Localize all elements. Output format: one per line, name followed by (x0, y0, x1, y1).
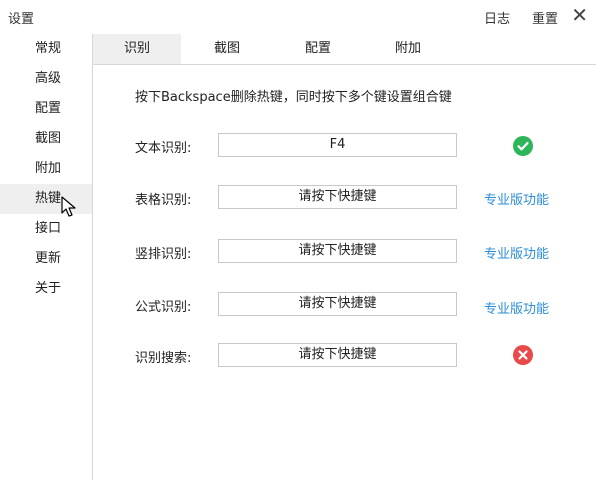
text-recognition-label: 文本识别: (135, 141, 192, 156)
formula-recognition-label: 公式识别: (135, 300, 192, 315)
tab-extra[interactable]: 附加 (363, 34, 453, 64)
sidebar-item-general[interactable]: 常规 (0, 34, 92, 64)
title-bar: 设置 日志 重置 ✕ (0, 0, 596, 34)
mouse-cursor-icon (61, 196, 76, 217)
tab-recognition[interactable]: 识别 (93, 34, 181, 64)
check-icon (513, 136, 533, 156)
reset-button[interactable]: 重置 (532, 8, 558, 27)
sidebar-item-api[interactable]: 接口 (0, 214, 92, 244)
tab-bar: 识别 截图 配置 附加 (93, 34, 596, 65)
sidebar-item-hotkeys[interactable]: 热键 (0, 184, 92, 214)
sidebar: 常规 高级 配置 截图 附加 热键 接口 更新 关于 (0, 34, 93, 480)
window-title: 设置 (8, 12, 35, 27)
error-icon (513, 345, 533, 365)
text-recognition-hotkey-field[interactable]: F4 (218, 133, 457, 157)
hotkey-hint: 按下Backspace删除热键，同时按下多个键设置组合键 (135, 90, 452, 105)
table-recognition-label: 表格识别: (135, 193, 192, 208)
log-button[interactable]: 日志 (484, 8, 510, 27)
sidebar-item-update[interactable]: 更新 (0, 244, 92, 274)
vertical-recognition-hotkey-field[interactable]: 请按下快捷键 (218, 239, 457, 263)
sidebar-item-about[interactable]: 关于 (0, 274, 92, 304)
pro-feature-link[interactable]: 专业版功能 (484, 243, 549, 262)
vertical-recognition-label: 竖排识别: (135, 247, 192, 262)
sidebar-item-extra[interactable]: 附加 (0, 154, 92, 184)
sidebar-item-config[interactable]: 配置 (0, 94, 92, 124)
sidebar-item-advanced[interactable]: 高级 (0, 64, 92, 94)
recognition-search-hotkey-field[interactable]: 请按下快捷键 (218, 343, 457, 367)
pro-feature-link[interactable]: 专业版功能 (484, 298, 549, 317)
recognition-search-label: 识别搜索: (135, 351, 192, 366)
settings-window: 设置 日志 重置 ✕ 常规 高级 配置 截图 附加 热键 接口 更新 关于 识别… (0, 0, 596, 480)
formula-recognition-hotkey-field[interactable]: 请按下快捷键 (218, 292, 457, 316)
pro-feature-link[interactable]: 专业版功能 (484, 189, 549, 208)
tab-screenshot[interactable]: 截图 (181, 34, 273, 64)
close-icon[interactable]: ✕ (571, 4, 588, 26)
tab-config[interactable]: 配置 (273, 34, 363, 64)
table-recognition-hotkey-field[interactable]: 请按下快捷键 (218, 185, 457, 209)
sidebar-item-screenshot[interactable]: 截图 (0, 124, 92, 154)
